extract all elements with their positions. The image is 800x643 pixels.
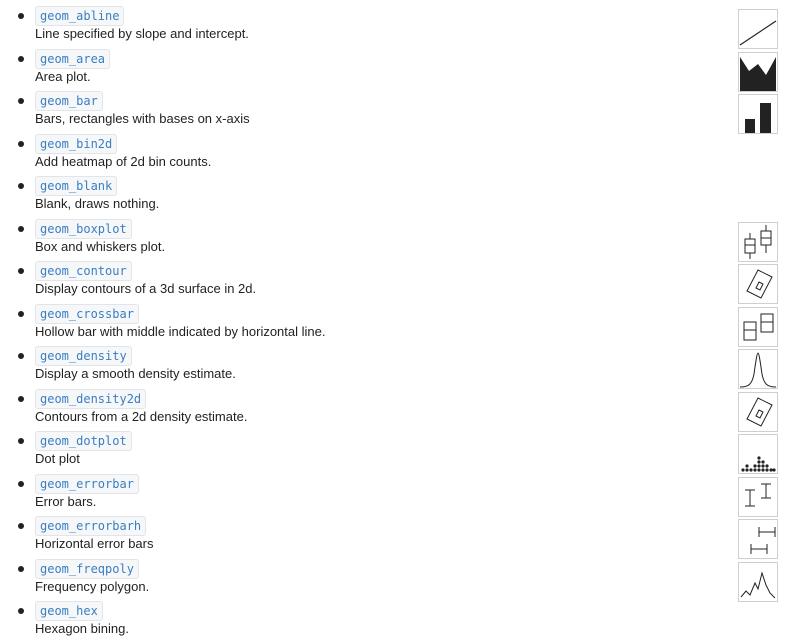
bullet-icon xyxy=(18,56,24,62)
list-item-geom-errorbarh: geom_errorbarh Horizontal error bars xyxy=(0,510,700,552)
list-item-geom-bar: geom_bar Bars, rectangles with bases on … xyxy=(0,85,700,127)
function-description: Line specified by slope and intercept. xyxy=(35,26,249,41)
errorbarh-icon[interactable] xyxy=(738,519,778,559)
function-link-geom-errorbar[interactable]: geom_errorbar xyxy=(35,474,139,494)
list-item-geom-errorbar: geom_errorbar Error bars. xyxy=(0,468,700,510)
function-description: Hollow bar with middle indicated by hori… xyxy=(35,324,326,339)
bullet-icon xyxy=(18,608,24,614)
function-description: Blank, draws nothing. xyxy=(35,196,160,211)
function-description: Contours from a 2d density estimate. xyxy=(35,409,248,424)
list-item-geom-abline: geom_abline Line specified by slope and … xyxy=(0,0,700,42)
function-description: Hexagon bining. xyxy=(35,621,129,636)
function-link-geom-boxplot[interactable]: geom_boxplot xyxy=(35,219,132,239)
bullet-icon xyxy=(18,481,24,487)
area-icon[interactable] xyxy=(738,52,778,92)
bullet-icon xyxy=(18,523,24,529)
list-item-geom-freqpoly: geom_freqpoly Frequency polygon. xyxy=(0,553,700,595)
density2d-icon[interactable] xyxy=(738,392,778,432)
bullet-icon xyxy=(18,13,24,19)
bullet-icon xyxy=(18,183,24,189)
function-link-geom-freqpoly[interactable]: geom_freqpoly xyxy=(35,559,139,579)
geom-function-list: geom_abline Line specified by slope and … xyxy=(0,0,800,643)
function-link-geom-contour[interactable]: geom_contour xyxy=(35,261,132,281)
list-item-geom-hex: geom_hex Hexagon bining. xyxy=(0,595,700,637)
function-link-geom-errorbarh[interactable]: geom_errorbarh xyxy=(35,516,147,536)
function-link-geom-dotplot[interactable]: geom_dotplot xyxy=(35,431,132,451)
list-item-geom-crossbar: geom_crossbar Hollow bar with middle ind… xyxy=(0,298,700,340)
function-link-geom-crossbar[interactable]: geom_crossbar xyxy=(35,304,139,324)
dotplot-icon[interactable] xyxy=(738,434,778,474)
function-description: Horizontal error bars xyxy=(35,536,154,551)
bullet-icon xyxy=(18,98,24,104)
bullet-icon xyxy=(18,566,24,572)
list-item-geom-blank: geom_blank Blank, draws nothing. xyxy=(0,170,700,212)
bullet-icon xyxy=(18,141,24,147)
bullet-icon xyxy=(18,268,24,274)
function-link-geom-bin2d[interactable]: geom_bin2d xyxy=(35,134,118,154)
list-item-geom-density: geom_density Display a smooth density es… xyxy=(0,340,700,382)
bullet-icon xyxy=(18,226,24,232)
bar-icon[interactable] xyxy=(738,94,778,134)
list-item-geom-bin2d: geom_bin2d Add heatmap of 2d bin counts. xyxy=(0,128,700,170)
boxplot-icon[interactable] xyxy=(738,222,778,262)
function-description: Display a smooth density estimate. xyxy=(35,366,236,381)
freqpoly-icon[interactable] xyxy=(738,562,778,602)
crossbar-icon[interactable] xyxy=(738,307,778,347)
function-description: Error bars. xyxy=(35,494,97,509)
function-description: Bars, rectangles with bases on x-axis xyxy=(35,111,250,126)
function-description: Box and whiskers plot. xyxy=(35,239,166,254)
function-link-geom-abline[interactable]: geom_abline xyxy=(35,6,125,26)
function-description: Add heatmap of 2d bin counts. xyxy=(35,154,212,169)
density-icon[interactable] xyxy=(738,349,778,389)
list-item-geom-dotplot: geom_dotplot Dot plot xyxy=(0,425,700,467)
errorbar-icon[interactable] xyxy=(738,477,778,517)
abline-icon[interactable] xyxy=(738,9,778,49)
function-link-geom-hex[interactable]: geom_hex xyxy=(35,601,103,621)
list-item-geom-density2d: geom_density2d Contours from a 2d densit… xyxy=(0,383,700,425)
bullet-icon xyxy=(18,438,24,444)
function-description: Display contours of a 3d surface in 2d. xyxy=(35,281,257,296)
function-description: Frequency polygon. xyxy=(35,579,150,594)
list-item-geom-boxplot: geom_boxplot Box and whiskers plot. xyxy=(0,213,700,255)
function-description: Dot plot xyxy=(35,451,80,466)
function-description: Area plot. xyxy=(35,69,91,84)
function-link-geom-density[interactable]: geom_density xyxy=(35,346,132,366)
bullet-icon xyxy=(18,353,24,359)
list-item-geom-contour: geom_contour Display contours of a 3d su… xyxy=(0,255,700,297)
function-link-geom-blank[interactable]: geom_blank xyxy=(35,176,118,196)
list-item-geom-area: geom_area Area plot. xyxy=(0,43,700,85)
bullet-icon xyxy=(18,311,24,317)
function-link-geom-area[interactable]: geom_area xyxy=(35,49,111,69)
function-link-geom-bar[interactable]: geom_bar xyxy=(35,91,103,111)
bullet-icon xyxy=(18,396,24,402)
contour-icon[interactable] xyxy=(738,264,778,304)
function-link-geom-density2d[interactable]: geom_density2d xyxy=(35,389,147,409)
